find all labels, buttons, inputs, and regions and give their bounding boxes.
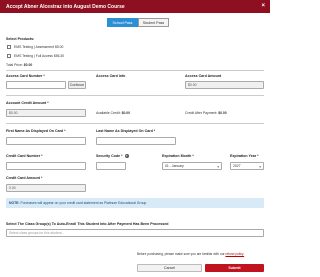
class-group-select[interactable]: Select class groups for this student... <box>6 229 264 237</box>
last-name-label: Last Name As Displayed On Card * <box>96 129 156 133</box>
access-card-number-label: Access Card Number * <box>6 74 45 78</box>
products-heading: Select Products: <box>6 37 35 41</box>
total-price-label: Total Price: <box>6 63 23 67</box>
available-credit: Available Credit: $0.00 <box>96 111 130 115</box>
first-name-input[interactable] <box>6 137 86 145</box>
total-price: Total Price: $0.00 <box>6 63 32 67</box>
credit-after-payment-label: Credit After Payment: <box>185 111 218 115</box>
card-amount-label: Credit Card Amount * <box>6 176 43 180</box>
continue-button[interactable]: Continue <box>68 81 86 89</box>
divider <box>6 95 264 96</box>
card-number-label: Credit Card Number * <box>6 154 43 158</box>
divider <box>6 123 264 124</box>
product-checkbox-assessment[interactable] <box>7 45 11 49</box>
chevron-down-icon: ▾ <box>259 164 261 169</box>
note-prefix: NOTE: <box>9 201 20 205</box>
product-checkbox-full-access[interactable] <box>7 54 11 58</box>
cancel-button[interactable]: Cancel <box>137 264 202 272</box>
exp-month-select[interactable]: 01 - January ▾ <box>162 162 222 170</box>
access-card-info-label: Access Card Info <box>96 74 126 78</box>
exp-month-label: Expiration Month * <box>162 154 194 158</box>
product-label-assessment: EMS Testing | Assessment $5.00 <box>14 45 64 49</box>
security-code-label-text: Security Code * <box>96 154 123 158</box>
chevron-down-icon: ▾ <box>217 164 219 169</box>
last-name-input[interactable] <box>96 137 176 145</box>
card-number-input[interactable] <box>6 162 86 170</box>
close-icon[interactable]: × <box>261 3 265 9</box>
available-credit-label: Available Credit: <box>96 111 121 115</box>
modal-header: Accept Abner Alcestraz into August Demo … <box>0 0 270 13</box>
credit-after-payment: Credit After Payment: $0.00 <box>185 111 227 115</box>
access-card-amount-field: $0.00 <box>185 81 264 89</box>
submit-button[interactable]: Submit <box>205 264 264 272</box>
exp-year-value: 2027 <box>233 164 241 168</box>
total-price-value: $0.00 <box>23 63 33 67</box>
refund-notice: Before purchasing, please make sure you … <box>137 252 265 256</box>
first-name-label: First Name As Displayed On Card * <box>6 129 66 133</box>
credit-after-payment-value: $0.00 <box>218 111 227 115</box>
product-label-full-access: EMS Testing | Full Access $56.30 <box>14 54 65 58</box>
exp-year-label: Expiration Year * <box>230 154 259 158</box>
class-group-label: Select The Class Group(s) To Auto-Enroll… <box>6 222 169 226</box>
available-credit-value: $0.00 <box>121 111 131 115</box>
account-credit-label: Account Credit Amount * <box>6 101 49 105</box>
card-amount-field: 0.00 <box>6 184 86 192</box>
tab-student-pass[interactable]: Student Pass <box>138 18 169 27</box>
account-credit-field: $0.00 <box>6 109 86 117</box>
tab-bar: School Pass Student Pass <box>107 18 169 27</box>
modal-title: Accept Abner Alcestraz into August Demo … <box>6 3 125 10</box>
note-text: Purchases will appear on your credit car… <box>20 201 148 205</box>
tab-school-pass[interactable]: School Pass <box>107 18 138 27</box>
refund-policy-link[interactable]: refund policy. <box>225 252 244 256</box>
access-card-number-input[interactable] <box>6 81 66 89</box>
access-card-amount-label: Access Card Amount <box>185 74 222 78</box>
help-icon[interactable]: ? <box>124 154 129 158</box>
divider <box>6 70 264 71</box>
security-code-label: Security Code * ? <box>96 154 129 158</box>
statement-note: NOTE: Purchases will appear on your cred… <box>6 198 264 208</box>
refund-text: Before purchasing, please make sure you … <box>137 252 225 256</box>
exp-year-select[interactable]: 2027 ▾ <box>230 162 264 170</box>
security-code-input[interactable] <box>96 162 126 170</box>
exp-month-value: 01 - January <box>165 164 184 168</box>
